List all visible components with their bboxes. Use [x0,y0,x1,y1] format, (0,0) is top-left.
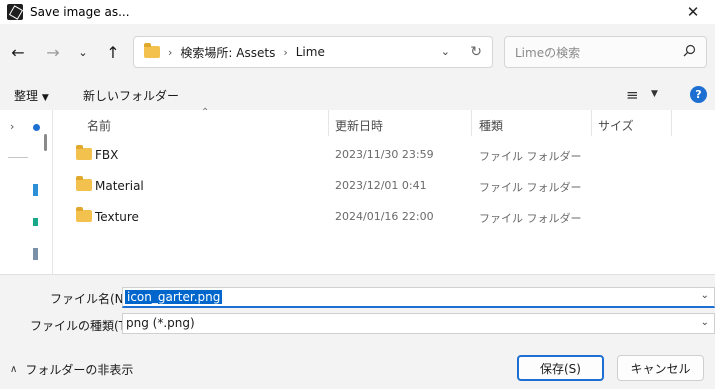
refresh-icon[interactable]: ↻ [470,44,482,60]
chevron-down-icon[interactable]: ⌄ [701,317,709,328]
unity-app-icon [7,4,23,20]
filename-input[interactable]: icon_garter.png [125,290,223,304]
folder-icon [76,207,92,222]
address-history-chevron-icon[interactable]: ⌄ [441,45,450,58]
drive-icon[interactable] [33,248,38,260]
chevron-right-icon: › [283,45,288,59]
help-icon[interactable]: ? [690,86,707,103]
search-icon[interactable] [682,44,696,58]
view-options-icon[interactable]: ≡ [626,86,639,104]
title-bar: Save image as... ✕ [0,0,715,24]
column-divider[interactable] [591,110,592,136]
file-type: ファイル フォルダー [479,212,582,225]
folder-icon [76,145,92,160]
close-button[interactable]: ✕ [671,0,715,24]
file-name: Material [95,179,144,193]
command-bar: 整理 ▼ 新しいフォルダー ≡ ▼ ? [0,80,715,110]
nav-pane-scrollbar[interactable] [44,134,47,151]
new-folder-button[interactable]: 新しいフォルダー [83,87,179,104]
hide-folders-toggle[interactable]: ∧ フォルダーの非表示 [10,361,133,378]
chevron-down-icon: ⌄ [78,45,88,59]
file-date: 2023/11/30 23:59 [335,148,434,161]
network-icon[interactable] [33,218,38,226]
file-type: ファイル フォルダー [479,150,582,163]
column-header-name[interactable]: 名前 [87,117,111,134]
navigation-bar: ← → ⌄ ↑ › 検索場所: Assets › Lime ⌄ ↻ Limeの検… [0,24,715,80]
search-input[interactable]: Limeの検索 [515,44,580,61]
save-form: ファイル名(N): icon_garter.png ⌄ ファイルの種類(T): … [0,274,715,389]
breadcrumb-search-location[interactable]: 検索場所: Assets [180,44,275,61]
organize-menu[interactable]: 整理 ▼ [14,87,49,104]
file-date: 2023/12/01 0:41 [335,179,427,192]
arrow-right-icon: → [46,42,60,62]
hide-folders-label: フォルダーの非表示 [25,363,134,377]
recent-locations-button[interactable]: ⌄ [71,41,95,63]
arrow-up-icon: ↑ [106,42,120,62]
cancel-button[interactable]: キャンセル [617,355,704,381]
search-box[interactable]: Limeの検索 [504,36,707,68]
file-row[interactable]: Material 2023/12/01 0:41 ファイル フォルダー [53,171,715,202]
column-divider[interactable] [671,110,672,136]
folder-icon [76,176,92,191]
sort-ascending-icon: ⌃ [201,107,210,118]
back-button[interactable]: ← [6,41,30,63]
column-divider[interactable] [328,110,329,136]
chevron-right-icon: › [168,45,173,59]
quick-access-icon[interactable] [33,124,40,131]
filename-label: ファイル名(N): [50,292,133,306]
file-row[interactable]: Texture 2024/01/16 22:00 ファイル フォルダー [53,202,715,233]
filetype-label: ファイルの種類(T): [30,319,135,333]
breadcrumb-lime[interactable]: Lime [296,45,325,59]
caret-down-icon[interactable]: ▼ [651,89,658,99]
folder-icon [144,43,160,58]
column-header-date[interactable]: 更新日時 [335,117,383,134]
close-icon: ✕ [686,3,700,21]
save-button[interactable]: 保存(S) [517,355,604,381]
navigation-pane: › [0,110,53,274]
column-header-type[interactable]: 種類 [479,117,503,134]
file-row[interactable]: FBX 2023/11/30 23:59 ファイル フォルダー [53,140,715,171]
file-date: 2024/01/16 22:00 [335,210,434,223]
column-divider[interactable] [471,110,472,136]
filetype-select[interactable]: png (*.png) ⌄ [122,313,715,334]
address-bar[interactable]: › 検索場所: Assets › Lime ⌄ ↻ [133,36,493,68]
file-list: ⌃ 名前 更新日時 種類 サイズ FBX 2023/11/30 23:59 ファ… [53,107,715,274]
column-headers: ⌃ 名前 更新日時 種類 サイズ [53,107,715,136]
forward-button[interactable]: → [41,41,65,63]
window-title: Save image as... [30,5,130,19]
arrow-left-icon: ← [11,42,25,62]
filename-field[interactable]: icon_garter.png ⌄ [122,287,715,308]
file-name: FBX [95,148,119,162]
filetype-value: png (*.png) [126,316,195,330]
expand-chevron-icon[interactable]: › [10,120,14,133]
desktop-icon[interactable] [33,184,38,196]
pane-divider [8,157,28,158]
column-header-size[interactable]: サイズ [598,117,634,134]
chevron-up-icon: ∧ [10,364,18,375]
file-type: ファイル フォルダー [479,181,582,194]
file-name: Texture [95,210,139,224]
caret-down-icon: ▼ [41,93,49,103]
chevron-down-icon[interactable]: ⌄ [701,290,709,301]
up-button[interactable]: ↑ [101,41,125,63]
